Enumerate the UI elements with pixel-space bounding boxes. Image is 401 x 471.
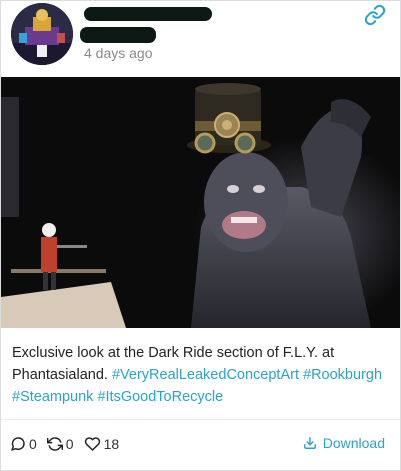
post-actions: 0 0 18 <box>10 434 129 454</box>
hashtag[interactable]: #VeryRealLeakedConceptArt <box>112 367 299 383</box>
hashtag[interactable]: #ItsGoodToRecycle <box>97 389 223 405</box>
post-timestamp[interactable]: 4 days ago <box>84 45 153 61</box>
avatar[interactable] <box>11 3 73 65</box>
repost-icon <box>46 437 63 451</box>
post-header: 4 days ago <box>1 1 400 77</box>
redacted-display-name <box>84 7 212 21</box>
link-icon[interactable] <box>364 4 386 26</box>
repost-count: 0 <box>65 436 74 452</box>
like-count: 18 <box>103 436 120 452</box>
repost-button[interactable]: 0 <box>46 436 74 452</box>
heart-icon <box>84 437 100 451</box>
post-image[interactable] <box>1 77 400 328</box>
reply-button[interactable]: 0 <box>10 436 37 452</box>
post-card: 4 days ago Exclusive look at the Dark Ri… <box>0 0 401 471</box>
hashtag[interactable]: #Rookburgh <box>303 367 382 383</box>
divider <box>1 419 400 420</box>
download-icon <box>303 437 316 449</box>
avatar-image <box>11 3 73 65</box>
hashtag[interactable]: #Steampunk <box>12 389 93 405</box>
dark-ride-photo <box>1 77 400 328</box>
like-button[interactable]: 18 <box>84 436 120 452</box>
download-label: Download <box>322 435 385 451</box>
reply-icon <box>11 437 25 451</box>
download-button[interactable]: Download <box>303 435 385 451</box>
post-text: Exclusive look at the Dark Ride section … <box>12 342 388 408</box>
reply-count: 0 <box>29 436 37 452</box>
redacted-username <box>80 27 156 43</box>
